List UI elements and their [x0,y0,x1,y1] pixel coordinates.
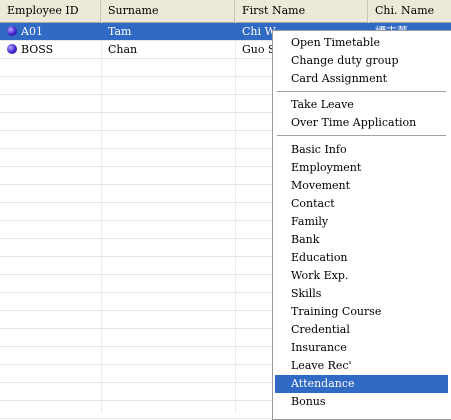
menu-item-training-course[interactable]: Training Course [275,303,448,321]
menu-item-bonus[interactable]: Bonus [275,393,448,411]
grid-header: Employee ID Surname First Name Chi. Name [0,0,451,23]
menu-separator [277,135,446,137]
menu-item-leave-rec[interactable]: Leave Rec' [275,357,448,375]
menu-item-basic-info[interactable]: Basic Info [275,141,448,159]
menu-item-education[interactable]: Education [275,249,448,267]
surname-cell: Tam [108,25,132,38]
menu-item-change-duty-group[interactable]: Change duty group [275,52,448,70]
menu-item-over-time-application[interactable]: Over Time Application [275,114,448,132]
menu-item-take-leave[interactable]: Take Leave [275,96,448,114]
menu-item-employment[interactable]: Employment [275,159,448,177]
menu-item-family[interactable]: Family [275,213,448,231]
context-menu: Open Timetable Change duty group Card As… [272,30,451,420]
column-header-chi-name[interactable]: Chi. Name [368,0,451,22]
menu-separator [277,91,446,93]
menu-item-credential[interactable]: Credential [275,321,448,339]
column-header-first-name[interactable]: First Name [235,0,368,22]
menu-item-movement[interactable]: Movement [275,177,448,195]
menu-item-card-assignment[interactable]: Card Assignment [275,70,448,88]
menu-item-insurance[interactable]: Insurance [275,339,448,357]
menu-item-contact[interactable]: Contact [275,195,448,213]
menu-item-bank[interactable]: Bank [275,231,448,249]
menu-item-open-timetable[interactable]: Open Timetable [275,34,448,52]
menu-item-work-exp[interactable]: Work Exp. [275,267,448,285]
menu-item-skills[interactable]: Skills [275,285,448,303]
employee-id-cell: A01 [21,25,43,38]
employee-id-cell: BOSS [21,43,54,56]
menu-item-attendance[interactable]: Attendance [275,375,448,393]
surname-cell: Chan [108,43,138,56]
column-header-surname[interactable]: Surname [101,0,235,22]
column-header-employee-id[interactable]: Employee ID [0,0,101,22]
